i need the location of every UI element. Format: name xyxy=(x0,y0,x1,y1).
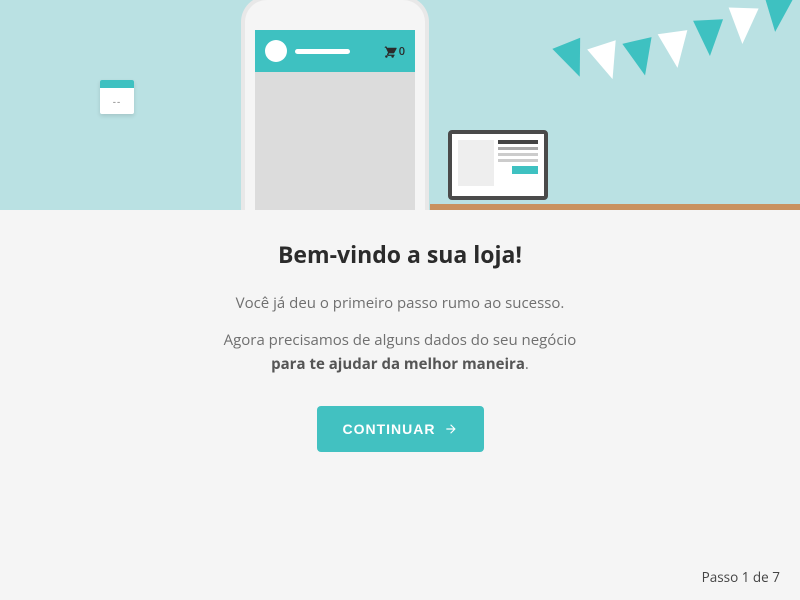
calendar-chip: -- xyxy=(100,80,134,114)
calendar-label: -- xyxy=(100,94,134,108)
laptop-illustration xyxy=(438,130,558,210)
avatar-icon xyxy=(265,40,287,62)
bunting-flags xyxy=(530,0,800,120)
body-suffix: . xyxy=(525,354,529,374)
phone-mockup: 0 xyxy=(245,0,425,210)
page-title: Bem-vindo a sua loja! xyxy=(40,238,760,270)
phone-body xyxy=(255,72,415,210)
step-indicator: Passo 1 de 7 xyxy=(702,568,780,586)
title-placeholder xyxy=(295,49,350,54)
cart-count: 0 xyxy=(399,44,405,59)
body-text: Agora precisamos de alguns dados do seu … xyxy=(210,329,590,376)
onboarding-content: Bem-vindo a sua loja! Você já deu o prim… xyxy=(0,210,800,452)
continue-button-label: CONTINUAR xyxy=(343,421,436,437)
continue-button[interactable]: CONTINUAR xyxy=(317,406,484,452)
body-bold: para te ajudar da melhor maneira xyxy=(271,354,525,374)
arrow-right-icon xyxy=(444,422,458,436)
body-prefix: Agora precisamos de alguns dados do seu … xyxy=(224,330,577,350)
phone-header: 0 xyxy=(255,30,415,72)
subtitle-text: Você já deu o primeiro passo rumo ao suc… xyxy=(220,292,580,315)
hero-illustration: -- 0 xyxy=(0,0,800,210)
cart-icon: 0 xyxy=(382,44,405,59)
